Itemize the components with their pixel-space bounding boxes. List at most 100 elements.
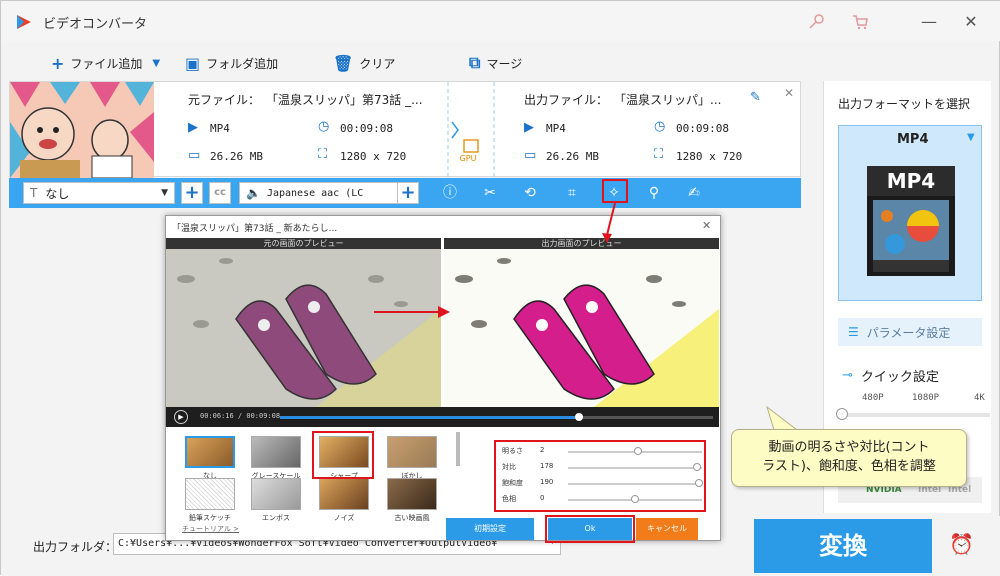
crop-icon[interactable]: ⌗ bbox=[563, 184, 581, 202]
remove-file-icon[interactable]: ✕ bbox=[784, 86, 794, 100]
source-duration: 00:09:08 bbox=[340, 122, 393, 135]
filter-thumb bbox=[387, 478, 437, 510]
clear-button[interactable]: 🗑 クリア bbox=[333, 53, 395, 73]
filter-grayscale[interactable]: グレースケール bbox=[250, 436, 302, 481]
merge-button[interactable]: ⧉ マージ bbox=[469, 53, 522, 73]
output-format-selector[interactable]: MP4 ▼ MP4 bbox=[838, 125, 982, 301]
filter-thumb bbox=[185, 436, 235, 468]
chevron-down-icon: ▼ bbox=[161, 188, 168, 198]
filter-blur[interactable]: ぼかし bbox=[386, 436, 438, 481]
output-file-name: 「温泉スリッパ」... bbox=[614, 93, 722, 107]
source-format: MP4 bbox=[210, 122, 230, 135]
quality-slider-knob[interactable] bbox=[836, 408, 848, 420]
merge-label: マージ bbox=[486, 56, 523, 71]
close-window-button[interactable]: ✕ bbox=[957, 11, 985, 33]
ok-highlight-box bbox=[545, 515, 635, 543]
plus-icon: + bbox=[51, 53, 65, 73]
scissors-icon[interactable]: ✂ bbox=[481, 184, 499, 202]
add-folder-button[interactable]: ▣ フォルダ追加 bbox=[185, 53, 278, 73]
quick-settings: ⊸ クイック設定 bbox=[842, 366, 939, 385]
parameter-settings-button[interactable]: ☰ パラメータ設定 bbox=[838, 318, 982, 346]
playback-bar: ▶ 00:06:16 / 00:09:08 bbox=[166, 407, 719, 427]
trash-icon: 🗑 bbox=[333, 53, 354, 73]
file-item[interactable]: 元ファイル： 「温泉スリッパ」第73話 _... 出力ファイル： 「温泉スリッパ… bbox=[9, 81, 801, 178]
dialog-title: 「温泉スリッパ」第73話 _ 新あたらし... bbox=[172, 224, 338, 234]
play-icon[interactable]: ▶ bbox=[174, 410, 188, 424]
add-audio-button[interactable]: + bbox=[397, 182, 419, 204]
chevron-down-icon[interactable]: ▼ bbox=[152, 58, 160, 69]
cart-icon[interactable] bbox=[851, 13, 869, 31]
sharpen-highlight-box bbox=[312, 431, 374, 479]
source-size: 26.26 MB bbox=[210, 150, 263, 163]
speaker-icon: 🔈 bbox=[246, 186, 261, 200]
filter-label: ノイズ bbox=[333, 514, 355, 522]
quick-tick-1080p: 1080P bbox=[912, 393, 940, 403]
filter-old-film[interactable]: 古い映画風 bbox=[386, 478, 438, 523]
filter-pencil-sketch[interactable]: 鉛筆スケッチ bbox=[184, 478, 236, 523]
rotate-icon[interactable]: ⟲ bbox=[521, 184, 539, 202]
playback-progress[interactable] bbox=[280, 416, 579, 419]
output-preview-header: 出力画面のプレビュー bbox=[444, 238, 719, 249]
output-size-icon: ▭ bbox=[524, 148, 537, 163]
convert-button[interactable]: 変換 bbox=[754, 519, 932, 573]
output-format-label: 出力フォーマットを選択 bbox=[838, 97, 971, 111]
output-format: MP4 bbox=[546, 122, 566, 135]
output-size: 26.26 MB bbox=[546, 150, 599, 163]
pencil-icon[interactable]: ✎ bbox=[750, 90, 761, 105]
playback-progress-remaining[interactable] bbox=[579, 416, 713, 419]
format-badge: MP4 bbox=[867, 166, 955, 196]
source-file-label: 元ファイル： bbox=[188, 93, 261, 107]
subtitle-select[interactable]: T なし ▼ bbox=[23, 182, 175, 204]
subtitle-value: なし bbox=[45, 186, 70, 201]
quick-settings-icon: ⊸ bbox=[842, 368, 853, 383]
tutorial-link[interactable]: チュートリアル > bbox=[182, 524, 239, 534]
compare-arrow-icon bbox=[374, 306, 450, 318]
filter-scrollbar[interactable] bbox=[456, 432, 460, 466]
add-file-label: ファイル追加 bbox=[70, 56, 143, 71]
merge-icon: ⧉ bbox=[469, 53, 481, 72]
add-folder-label: フォルダ追加 bbox=[206, 56, 279, 71]
filter-thumb bbox=[185, 478, 235, 510]
alarm-clock-icon[interactable]: ⏰ bbox=[949, 532, 975, 558]
folder-size-icon: ▭ bbox=[188, 148, 201, 163]
dialog-close-icon[interactable]: ✕ bbox=[702, 219, 711, 232]
convert-arrow-divider bbox=[447, 82, 495, 178]
output-duration: 00:09:08 bbox=[676, 122, 729, 135]
cancel-button[interactable]: キャンセル bbox=[636, 518, 698, 540]
filter-emboss[interactable]: エンボス bbox=[250, 478, 302, 523]
info-icon[interactable]: ⓘ bbox=[441, 184, 459, 202]
format-value: MP4 bbox=[897, 132, 929, 147]
gpu-label: GPU bbox=[459, 154, 477, 163]
parameter-settings-label: パラメータ設定 bbox=[866, 325, 951, 340]
text-icon: T bbox=[30, 186, 38, 200]
sliders-icon: ☰ bbox=[848, 325, 859, 339]
mp4-format-image: MP4 bbox=[867, 166, 955, 276]
cc-icon[interactable]: cc bbox=[209, 182, 231, 204]
subtitle-edit-icon[interactable]: ✍ bbox=[685, 184, 703, 202]
audio-track-select[interactable]: 🔈 Japanese aac (LC bbox=[239, 182, 399, 204]
chevron-down-icon[interactable]: ▼ bbox=[967, 132, 975, 143]
watermark-icon[interactable]: ⚲ bbox=[645, 184, 663, 202]
app-title: ビデオコンバータ bbox=[43, 17, 148, 32]
output-format-icon: ▶ bbox=[524, 120, 534, 135]
reset-button[interactable]: 初期設定 bbox=[446, 518, 534, 540]
pointer-arrow bbox=[602, 203, 616, 243]
add-subtitle-button[interactable]: + bbox=[181, 182, 203, 204]
filter-noise[interactable]: ノイズ bbox=[318, 478, 370, 523]
callout-line-1: 動画の明るさや対比(コント bbox=[768, 440, 930, 455]
clock-icon: ◷ bbox=[318, 119, 330, 134]
add-file-button[interactable]: + ファイル追加 ▼ bbox=[51, 53, 160, 73]
filter-none[interactable]: なし bbox=[184, 436, 236, 481]
effects-highlight-box bbox=[602, 179, 628, 203]
minimize-button[interactable]: — bbox=[915, 11, 943, 33]
filter-thumb bbox=[251, 436, 301, 468]
app-window: ビデオコンバータ — ✕ + ファイル追加 ▼ ▣ フォルダ追加 🗑 クリア ⧉… bbox=[0, 0, 1000, 576]
key-icon[interactable] bbox=[807, 13, 825, 31]
output-clock-icon: ◷ bbox=[654, 119, 666, 134]
quality-slider-track[interactable] bbox=[840, 413, 990, 417]
clear-label: クリア bbox=[359, 56, 396, 71]
source-resolution: 1280 x 720 bbox=[340, 150, 407, 163]
video-thumbnail bbox=[10, 82, 154, 178]
quick-settings-label: クイック設定 bbox=[860, 370, 939, 385]
playback-knob[interactable] bbox=[575, 413, 583, 421]
